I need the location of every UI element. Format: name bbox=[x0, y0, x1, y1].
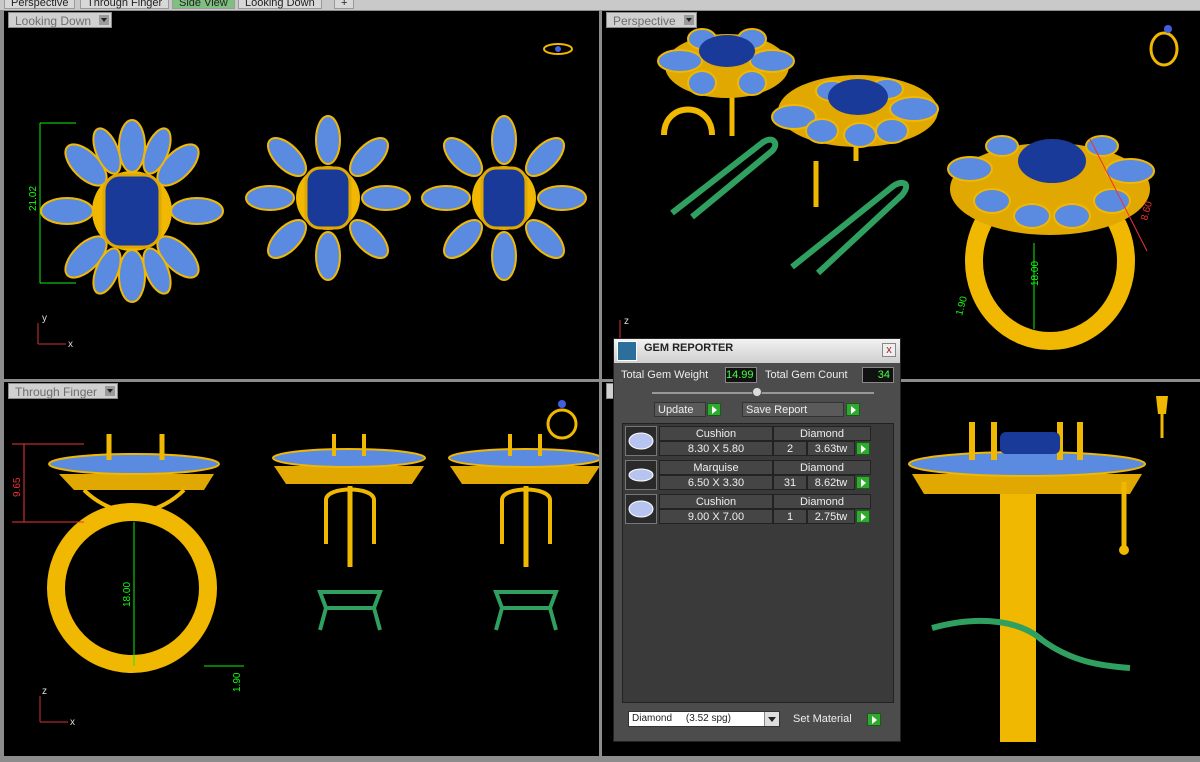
gem-reporter-logo-icon bbox=[617, 341, 637, 361]
view-cube-icon[interactable] bbox=[543, 43, 573, 55]
tab-through-finger[interactable]: Through Finger bbox=[80, 0, 170, 9]
save-report-button[interactable]: Save Report bbox=[742, 402, 844, 417]
svg-text:18.00: 18.00 bbox=[122, 582, 133, 607]
set-material-button[interactable]: Set Material bbox=[790, 712, 862, 727]
earring-view-icon[interactable] bbox=[1156, 396, 1168, 438]
chevron-down-icon[interactable] bbox=[764, 712, 779, 726]
select-gem-go-icon[interactable] bbox=[856, 476, 870, 489]
slider-knob[interactable] bbox=[752, 387, 762, 397]
update-go-icon[interactable] bbox=[707, 403, 721, 416]
save-report-go-icon[interactable] bbox=[846, 403, 860, 416]
ring-side-view bbox=[908, 422, 1146, 742]
set-material-go-icon[interactable] bbox=[867, 713, 881, 726]
gem-thumbnail-icon bbox=[625, 460, 657, 490]
earring-3d-right bbox=[771, 75, 939, 276]
total-weight-label: Total Gem Weight bbox=[621, 369, 709, 381]
select-gem-go-icon[interactable] bbox=[856, 442, 870, 455]
svg-text:z: z bbox=[624, 316, 629, 327]
looking-down-scene: 21.02 y x bbox=[28, 43, 587, 350]
update-button[interactable]: Update bbox=[654, 402, 706, 417]
svg-text:x: x bbox=[68, 339, 73, 350]
axis-indicator-top-left: y x bbox=[37, 313, 73, 350]
gem-thumbnail-icon bbox=[625, 494, 657, 524]
ring-3d: 8.60 18.00 1.90 bbox=[947, 135, 1155, 350]
tab-looking-down[interactable]: Looking Down bbox=[238, 0, 322, 9]
total-count-label: Total Gem Count bbox=[765, 369, 848, 381]
svg-text:9.65: 9.65 bbox=[12, 477, 23, 497]
svg-text:1.90: 1.90 bbox=[954, 295, 970, 317]
tab-add[interactable]: + bbox=[334, 0, 355, 9]
total-weight-value: 14.99 bbox=[725, 367, 757, 383]
view-tab-bar: Perspective Through Finger Side View Loo… bbox=[0, 0, 1200, 10]
earring-flower-1 bbox=[40, 119, 224, 303]
tab-side-view[interactable]: Side View bbox=[172, 0, 235, 9]
gem-reporter-titlebar[interactable]: GEM REPORTER x bbox=[614, 339, 900, 363]
through-finger-scene: 9.65 18.00 1.90 z x bbox=[12, 400, 599, 728]
viewport-label-through-finger[interactable]: Through Finger bbox=[8, 383, 119, 399]
svg-text:y: y bbox=[42, 313, 47, 324]
material-select[interactable]: Diamond (3.52 spg) bbox=[628, 711, 780, 727]
ring-view-icon[interactable] bbox=[1149, 25, 1179, 67]
gem-reporter-panel[interactable]: GEM REPORTER x Total Gem Weight 14.99 To… bbox=[613, 338, 901, 742]
svg-text:x: x bbox=[70, 717, 75, 728]
tab-perspective[interactable]: Perspective bbox=[4, 0, 76, 9]
perspective-scene: 8.60 18.00 1.90 bbox=[657, 25, 1179, 350]
gem-reporter-title: GEM REPORTER bbox=[644, 342, 734, 354]
gem-row-1[interactable]: Cushion Diamond 8.30 X 5.80 2 3.63tw bbox=[625, 426, 887, 458]
ring-thumbnail-icon[interactable] bbox=[546, 400, 578, 440]
total-count-value: 34 bbox=[862, 367, 894, 383]
gem-row-3[interactable]: Cushion Diamond 9.00 X 7.00 1 2.75tw bbox=[625, 494, 887, 526]
earring-flower-2 bbox=[245, 115, 411, 281]
viewport-perspective[interactable]: 8.60 18.00 1.90 Perspective bbox=[602, 11, 1200, 379]
earring-side-view-2 bbox=[448, 434, 599, 631]
svg-text:z: z bbox=[42, 686, 47, 697]
close-icon[interactable]: x bbox=[882, 343, 896, 357]
svg-text:1.90: 1.90 bbox=[232, 672, 243, 692]
svg-text:18.00: 18.00 bbox=[1030, 261, 1041, 286]
earring-side-view-1 bbox=[272, 434, 426, 631]
ring-front-view: 9.65 18.00 1.90 bbox=[12, 434, 244, 692]
axis-indicator-bottom-left: z x bbox=[39, 686, 75, 728]
chevron-down-icon[interactable] bbox=[99, 15, 110, 25]
gem-thumbnail-icon bbox=[625, 426, 657, 456]
gem-list: Cushion Diamond 8.30 X 5.80 2 3.63tw Mar… bbox=[622, 423, 894, 703]
viewport-label-looking-down[interactable]: Looking Down bbox=[8, 12, 113, 28]
select-gem-go-icon[interactable] bbox=[856, 510, 870, 523]
gem-row-2[interactable]: Marquise Diamond 6.50 X 3.30 31 8.62tw bbox=[625, 460, 887, 492]
size-slider[interactable] bbox=[652, 387, 874, 397]
viewport-label-perspective[interactable]: Perspective bbox=[606, 12, 697, 28]
viewport-looking-down[interactable]: 21.02 y x Looking Down bbox=[4, 11, 599, 379]
chevron-down-icon[interactable] bbox=[683, 15, 694, 25]
chevron-down-icon[interactable] bbox=[105, 386, 116, 396]
earring-flower-3 bbox=[421, 115, 587, 281]
dim-height-text: 21.02 bbox=[28, 186, 39, 211]
viewport-through-finger[interactable]: 9.65 18.00 1.90 z x Through Finger bbox=[4, 382, 599, 756]
